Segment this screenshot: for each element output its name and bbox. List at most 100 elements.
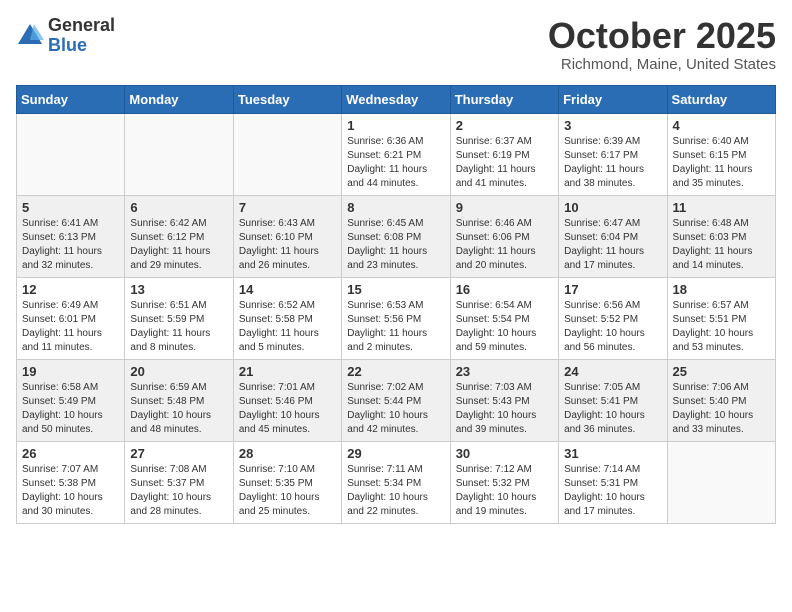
week-row-1: 1Sunrise: 6:36 AM Sunset: 6:21 PM Daylig… — [17, 113, 776, 195]
calendar-cell: 3 Sunrise: 6:39 AM Sunset: 6:17 PM Daylig… — [559, 113, 667, 195]
day-info: Sunrise: 7:14 AM Sunset: 5:31 PM Dayligh… — [564, 463, 661, 519]
header-saturday: Saturday — [667, 85, 775, 113]
day-number: 4 — [673, 118, 770, 133]
header-wednesday: Wednesday — [342, 85, 450, 113]
day-info: Sunrise: 6:42 AM Sunset: 6:12 PM Dayligh… — [130, 217, 227, 273]
calendar-cell — [125, 113, 233, 195]
day-info: Sunrise: 7:01 AM Sunset: 5:46 PM Dayligh… — [239, 381, 336, 437]
day-number: 27 — [130, 446, 227, 461]
calendar-table: SundayMondayTuesdayWednesdayThursdayFrid… — [16, 85, 776, 524]
day-info: Sunrise: 7:08 AM Sunset: 5:37 PM Dayligh… — [130, 463, 227, 519]
day-number: 29 — [347, 446, 444, 461]
day-number: 10 — [564, 200, 661, 215]
calendar-cell: 15Sunrise: 6:53 AM Sunset: 5:56 PM Dayli… — [342, 277, 450, 359]
calendar-cell: 7 Sunrise: 6:43 AM Sunset: 6:10 PM Daylig… — [233, 195, 341, 277]
day-number: 13 — [130, 282, 227, 297]
day-number: 7 — [239, 200, 336, 215]
day-number: 5 — [22, 200, 119, 215]
calendar-cell — [667, 441, 775, 523]
calendar-cell: 6Sunrise: 6:42 AM Sunset: 6:12 PM Daylig… — [125, 195, 233, 277]
calendar-cell: 30Sunrise: 7:12 AM Sunset: 5:32 PM Dayli… — [450, 441, 558, 523]
day-info: Sunrise: 6:43 AM Sunset: 6:10 PM Dayligh… — [239, 217, 336, 273]
calendar-cell: 11Sunrise: 6:48 AM Sunset: 6:03 PM Dayli… — [667, 195, 775, 277]
calendar-cell: 4 Sunrise: 6:40 AM Sunset: 6:15 PM Daylig… — [667, 113, 775, 195]
day-info: Sunrise: 6:36 AM Sunset: 6:21 PM Dayligh… — [347, 135, 444, 191]
day-info: Sunrise: 6:59 AM Sunset: 5:48 PM Dayligh… — [130, 381, 227, 437]
day-info: Sunrise: 6:37 AM Sunset: 6:19 PM Dayligh… — [456, 135, 553, 191]
calendar-cell: 2 Sunrise: 6:37 AM Sunset: 6:19 PM Daylig… — [450, 113, 558, 195]
calendar-cell — [233, 113, 341, 195]
week-row-4: 19 Sunrise: 6:58 AM Sunset: 5:49 PM Dayli… — [17, 359, 776, 441]
day-info: Sunrise: 6:41 AM Sunset: 6:13 PM Dayligh… — [22, 217, 119, 273]
header-thursday: Thursday — [450, 85, 558, 113]
calendar-cell: 18 Sunrise: 6:57 AM Sunset: 5:51 PM Dayli… — [667, 277, 775, 359]
day-number: 21 — [239, 364, 336, 379]
month-title: October 2025 — [548, 16, 776, 56]
header-sunday: Sunday — [17, 85, 125, 113]
page-header: General Blue October 2025 Richmond, Main… — [16, 16, 776, 73]
header-tuesday: Tuesday — [233, 85, 341, 113]
calendar-cell: 19 Sunrise: 6:58 AM Sunset: 5:49 PM Dayli… — [17, 359, 125, 441]
day-number: 22 — [347, 364, 444, 379]
day-number: 18 — [673, 282, 770, 297]
calendar-cell: 22 Sunrise: 7:02 AM Sunset: 5:44 PM Dayli… — [342, 359, 450, 441]
calendar-cell — [17, 113, 125, 195]
calendar-cell: 1Sunrise: 6:36 AM Sunset: 6:21 PM Daylig… — [342, 113, 450, 195]
logo-blue: Blue — [48, 36, 115, 56]
logo: General Blue — [16, 16, 115, 56]
week-row-5: 26 Sunrise: 7:07 AM Sunset: 5:38 PM Dayli… — [17, 441, 776, 523]
day-info: Sunrise: 7:03 AM Sunset: 5:43 PM Dayligh… — [456, 381, 553, 437]
day-number: 31 — [564, 446, 661, 461]
day-number: 2 — [456, 118, 553, 133]
day-number: 16 — [456, 282, 553, 297]
day-info: Sunrise: 6:54 AM Sunset: 5:54 PM Dayligh… — [456, 299, 553, 355]
day-number: 26 — [22, 446, 119, 461]
day-info: Sunrise: 7:07 AM Sunset: 5:38 PM Dayligh… — [22, 463, 119, 519]
day-number: 19 — [22, 364, 119, 379]
day-info: Sunrise: 6:47 AM Sunset: 6:04 PM Dayligh… — [564, 217, 661, 273]
calendar-cell: 29 Sunrise: 7:11 AM Sunset: 5:34 PM Dayli… — [342, 441, 450, 523]
day-number: 20 — [130, 364, 227, 379]
day-number: 12 — [22, 282, 119, 297]
day-number: 14 — [239, 282, 336, 297]
calendar-cell: 5 Sunrise: 6:41 AM Sunset: 6:13 PM Daylig… — [17, 195, 125, 277]
calendar-cell: 12 Sunrise: 6:49 AM Sunset: 6:01 PM Dayli… — [17, 277, 125, 359]
header-monday: Monday — [125, 85, 233, 113]
calendar-header-row: SundayMondayTuesdayWednesdayThursdayFrid… — [17, 85, 776, 113]
day-info: Sunrise: 6:57 AM Sunset: 5:51 PM Dayligh… — [673, 299, 770, 355]
day-info: Sunrise: 7:11 AM Sunset: 5:34 PM Dayligh… — [347, 463, 444, 519]
calendar-cell: 27 Sunrise: 7:08 AM Sunset: 5:37 PM Dayli… — [125, 441, 233, 523]
day-number: 25 — [673, 364, 770, 379]
calendar-cell: 20 Sunrise: 6:59 AM Sunset: 5:48 PM Dayli… — [125, 359, 233, 441]
day-number: 9 — [456, 200, 553, 215]
calendar-cell: 17Sunrise: 6:56 AM Sunset: 5:52 PM Dayli… — [559, 277, 667, 359]
day-number: 3 — [564, 118, 661, 133]
day-info: Sunrise: 6:46 AM Sunset: 6:06 PM Dayligh… — [456, 217, 553, 273]
logo-text: General Blue — [48, 16, 115, 56]
day-info: Sunrise: 7:02 AM Sunset: 5:44 PM Dayligh… — [347, 381, 444, 437]
day-info: Sunrise: 6:48 AM Sunset: 6:03 PM Dayligh… — [673, 217, 770, 273]
calendar-cell: 8Sunrise: 6:45 AM Sunset: 6:08 PM Daylig… — [342, 195, 450, 277]
calendar-cell: 21 Sunrise: 7:01 AM Sunset: 5:46 PM Dayli… — [233, 359, 341, 441]
day-info: Sunrise: 6:49 AM Sunset: 6:01 PM Dayligh… — [22, 299, 119, 355]
day-info: Sunrise: 7:06 AM Sunset: 5:40 PM Dayligh… — [673, 381, 770, 437]
day-info: Sunrise: 6:51 AM Sunset: 5:59 PM Dayligh… — [130, 299, 227, 355]
title-block: October 2025 Richmond, Maine, United Sta… — [548, 16, 776, 73]
day-info: Sunrise: 6:52 AM Sunset: 5:58 PM Dayligh… — [239, 299, 336, 355]
calendar-cell: 26 Sunrise: 7:07 AM Sunset: 5:38 PM Dayli… — [17, 441, 125, 523]
location: Richmond, Maine, United States — [548, 56, 776, 73]
week-row-2: 5 Sunrise: 6:41 AM Sunset: 6:13 PM Daylig… — [17, 195, 776, 277]
week-row-3: 12 Sunrise: 6:49 AM Sunset: 6:01 PM Dayli… — [17, 277, 776, 359]
day-info: Sunrise: 6:40 AM Sunset: 6:15 PM Dayligh… — [673, 135, 770, 191]
calendar-cell: 28Sunrise: 7:10 AM Sunset: 5:35 PM Dayli… — [233, 441, 341, 523]
calendar-cell: 9 Sunrise: 6:46 AM Sunset: 6:06 PM Daylig… — [450, 195, 558, 277]
logo-icon — [16, 22, 44, 50]
day-info: Sunrise: 6:56 AM Sunset: 5:52 PM Dayligh… — [564, 299, 661, 355]
day-number: 28 — [239, 446, 336, 461]
day-info: Sunrise: 6:58 AM Sunset: 5:49 PM Dayligh… — [22, 381, 119, 437]
calendar-cell: 14 Sunrise: 6:52 AM Sunset: 5:58 PM Dayli… — [233, 277, 341, 359]
day-info: Sunrise: 6:39 AM Sunset: 6:17 PM Dayligh… — [564, 135, 661, 191]
calendar-cell: 24Sunrise: 7:05 AM Sunset: 5:41 PM Dayli… — [559, 359, 667, 441]
header-friday: Friday — [559, 85, 667, 113]
day-info: Sunrise: 6:45 AM Sunset: 6:08 PM Dayligh… — [347, 217, 444, 273]
